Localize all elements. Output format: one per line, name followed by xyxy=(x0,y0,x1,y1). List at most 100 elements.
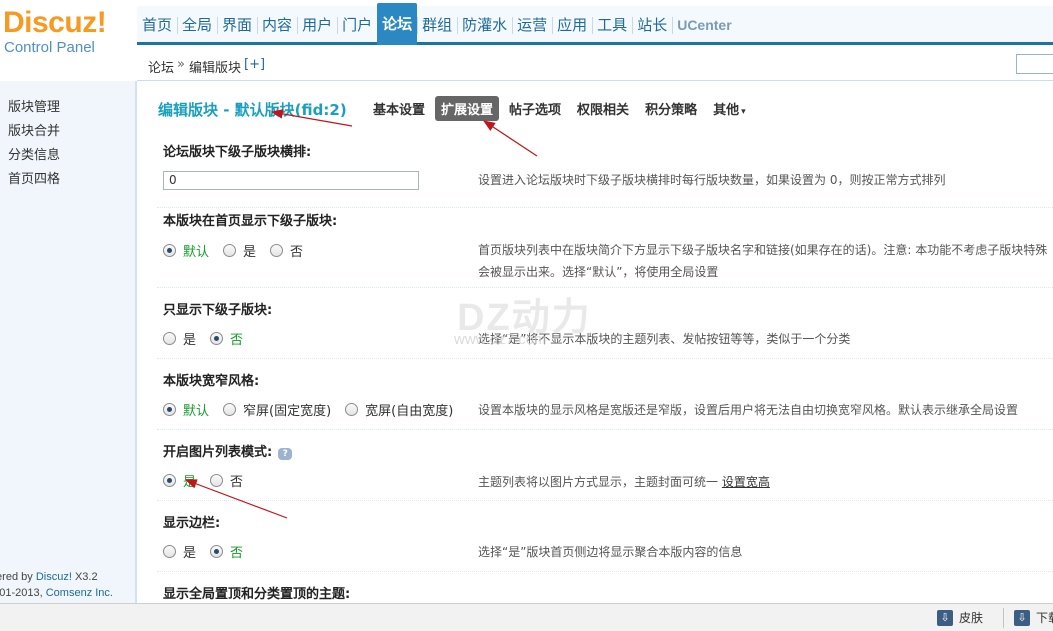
tab-post-options[interactable]: 帖子选项 xyxy=(503,96,567,121)
main-nav: 首页 全局 界面 内容 用户 门户 论坛 群组 防灌水 运营 应用 工具 站长 … xyxy=(137,3,1053,45)
sidebar-item-home-grid[interactable]: 首页四格 xyxy=(0,168,135,192)
download-button[interactable]: ⇩ 下载 xyxy=(1014,609,1053,626)
setting-label: 开启图片列表模式:? xyxy=(163,441,293,460)
option-label: 默认 xyxy=(183,404,210,419)
option-yes[interactable]: 是 xyxy=(223,241,256,260)
option-default[interactable]: 默认 xyxy=(163,241,209,260)
radio-icon xyxy=(223,403,237,416)
breadcrumb-root[interactable]: 论坛 xyxy=(148,57,174,76)
sidebar-item-forum-merge[interactable]: 版块合并 xyxy=(0,120,135,144)
nav-ucenter[interactable]: UCenter xyxy=(672,6,736,45)
top-header: Discuz! Control Panel 首页 全局 界面 内容 用户 门户 … xyxy=(0,0,1053,81)
sidebar-item-forum-manage[interactable]: 版块管理 xyxy=(0,96,135,120)
setting-desc: 首页版块列表中在版块简介下方显示下级子版块名字和链接(如果存在的话)。注意: 本… xyxy=(478,239,1047,283)
option-no[interactable]: 否 xyxy=(210,471,243,490)
option-no[interactable]: 否 xyxy=(210,542,243,561)
option-label: 否 xyxy=(230,333,244,348)
radio-checked-icon xyxy=(163,244,176,257)
setting-row-subforum-columns: 论坛版块下级子版块横排: 0 设置进入论坛版块时下级子版块横排时每行版块数量，如… xyxy=(157,137,1053,208)
tab-credits[interactable]: 积分策略 xyxy=(639,96,703,121)
subforum-columns-input[interactable]: 0 xyxy=(163,171,419,190)
nav-founder[interactable]: 站长 xyxy=(632,6,672,45)
skin-icon: ⇩ xyxy=(937,609,953,626)
option-label: 宽屏(自由宽度) xyxy=(365,404,454,419)
discuz-logo[interactable]: Discuz! Control Panel xyxy=(3,6,133,60)
setting-label: 本版块宽窄风格: xyxy=(163,374,260,389)
setting-row-width-style: 本版块宽窄风格: 默认 窄屏(固定宽度) 宽屏(自由宽度) 设置本版块的显示风格… xyxy=(157,359,1053,430)
nav-global[interactable]: 全局 xyxy=(177,6,217,45)
setting-label: 只显示下级子版块: xyxy=(163,303,273,318)
radio-icon xyxy=(223,244,237,257)
option-yes[interactable]: 是 xyxy=(163,471,196,490)
radio-icon xyxy=(270,244,284,257)
breadcrumb: 论坛 » 编辑版块 [+] xyxy=(137,48,1053,81)
discuz-link[interactable]: Discuz! xyxy=(36,571,72,583)
nav-forum[interactable]: 论坛 xyxy=(377,3,418,45)
option-label: 是 xyxy=(183,546,197,561)
radio-icon xyxy=(345,403,359,416)
option-yes[interactable]: 是 xyxy=(163,542,196,561)
copyright: owered by Discuz! X3.2 2001-2013, Comsen… xyxy=(0,569,113,601)
settings-tabs: 基本设置 扩展设置 帖子选项 权限相关 积分策略 其他 ▾ xyxy=(367,96,756,121)
bottom-bar: ⇩ 皮肤 ⇩ 下载 xyxy=(0,603,1053,631)
main-content: 编辑版块 - 默认版块(fid:2) 基本设置 扩展设置 帖子选项 权限相关 积… xyxy=(139,81,1053,606)
setting-row-only-subforums: 只显示下级子版块: 是 否 选择“是”将不显示本版块的主题列表、发帖按钮等等，类… xyxy=(157,288,1053,359)
download-icon: ⇩ xyxy=(1014,609,1030,626)
copyright-line: 2001-2013, Comsenz Inc. xyxy=(0,585,113,601)
version: X3.2 xyxy=(74,571,98,583)
option-label: 默认 xyxy=(183,245,210,260)
nav-home[interactable]: 首页 xyxy=(137,6,177,45)
powered-prefix: owered by xyxy=(0,571,33,583)
nav-group[interactable]: 群组 xyxy=(417,6,457,45)
tab-other[interactable]: 其他 ▾ xyxy=(707,96,752,121)
search-input[interactable] xyxy=(1016,54,1053,74)
logo-brand: Discuz! xyxy=(3,6,107,39)
tab-extend[interactable]: 扩展设置 xyxy=(435,96,500,121)
nav-operation[interactable]: 运营 xyxy=(512,6,552,45)
radio-checked-icon xyxy=(163,403,176,416)
nav-style[interactable]: 界面 xyxy=(217,6,257,45)
add-shortcut-button[interactable]: [+] xyxy=(244,57,265,72)
nav-content[interactable]: 内容 xyxy=(257,6,297,45)
nav-user[interactable]: 用户 xyxy=(297,6,337,45)
option-no[interactable]: 否 xyxy=(210,329,243,348)
watermark-url: www.dz7.com xyxy=(454,331,547,348)
radio-checked-icon xyxy=(210,545,224,558)
download-label: 下载 xyxy=(1036,611,1053,625)
option-label: 是 xyxy=(243,245,257,260)
set-size-link[interactable]: 设置宽高 xyxy=(722,475,770,489)
setting-row-global-sticky: 显示全局置顶和分类置顶的主题: xyxy=(157,572,1053,606)
help-icon[interactable]: ? xyxy=(278,448,293,460)
breadcrumb-separator: » xyxy=(177,57,185,72)
copyright-years: 2001-2013, xyxy=(0,587,43,599)
option-default[interactable]: 默认 xyxy=(163,400,209,419)
setting-desc: 选择“是”版块首页侧边将显示聚合本版内容的信息 xyxy=(478,545,743,559)
setting-label-text: 开启图片列表模式: xyxy=(163,445,273,460)
skin-label: 皮肤 xyxy=(959,611,984,625)
setting-row-show-subforums-home: 本版块在首页显示下级子版块: 默认 是 否 首页版块列表中在版块简介下方显示下级… xyxy=(157,208,1053,288)
tab-permissions[interactable]: 权限相关 xyxy=(571,96,635,121)
setting-desc-line: 首页版块列表中在版块简介下方显示下级子版块名字和链接(如果存在的话)。注意: 本… xyxy=(478,243,1048,257)
sidebar-item-thread-types[interactable]: 分类信息 xyxy=(0,144,135,168)
setting-label: 论坛版块下级子版块横排: xyxy=(163,145,312,160)
nav-safe[interactable]: 防灌水 xyxy=(457,6,512,45)
setting-label: 本版块在首页显示下级子版块: xyxy=(163,214,338,229)
option-label: 否 xyxy=(230,546,244,561)
nav-plugin[interactable]: 应用 xyxy=(552,6,592,45)
option-no[interactable]: 否 xyxy=(270,241,303,260)
option-label: 是 xyxy=(183,475,197,490)
option-yes[interactable]: 是 xyxy=(163,329,196,348)
comsenz-link[interactable]: Comsenz Inc. xyxy=(46,587,113,599)
tab-other-label: 其他 xyxy=(713,103,740,118)
option-wide[interactable]: 宽屏(自由宽度) xyxy=(345,400,453,419)
nav-portal[interactable]: 门户 xyxy=(337,6,377,45)
radio-checked-icon xyxy=(163,474,176,487)
tab-basic[interactable]: 基本设置 xyxy=(367,96,431,121)
skin-button[interactable]: ⇩ 皮肤 xyxy=(937,609,983,626)
setting-row-picture-list: 开启图片列表模式:? 是 否 主题列表将以图片方式显示，主题封面可统一 设置宽高 xyxy=(157,430,1053,501)
option-label: 是 xyxy=(183,333,197,348)
radio-icon xyxy=(163,332,176,345)
nav-tools[interactable]: 工具 xyxy=(592,6,632,45)
option-narrow[interactable]: 窄屏(固定宽度) xyxy=(223,400,331,419)
radio-checked-icon xyxy=(210,332,224,345)
